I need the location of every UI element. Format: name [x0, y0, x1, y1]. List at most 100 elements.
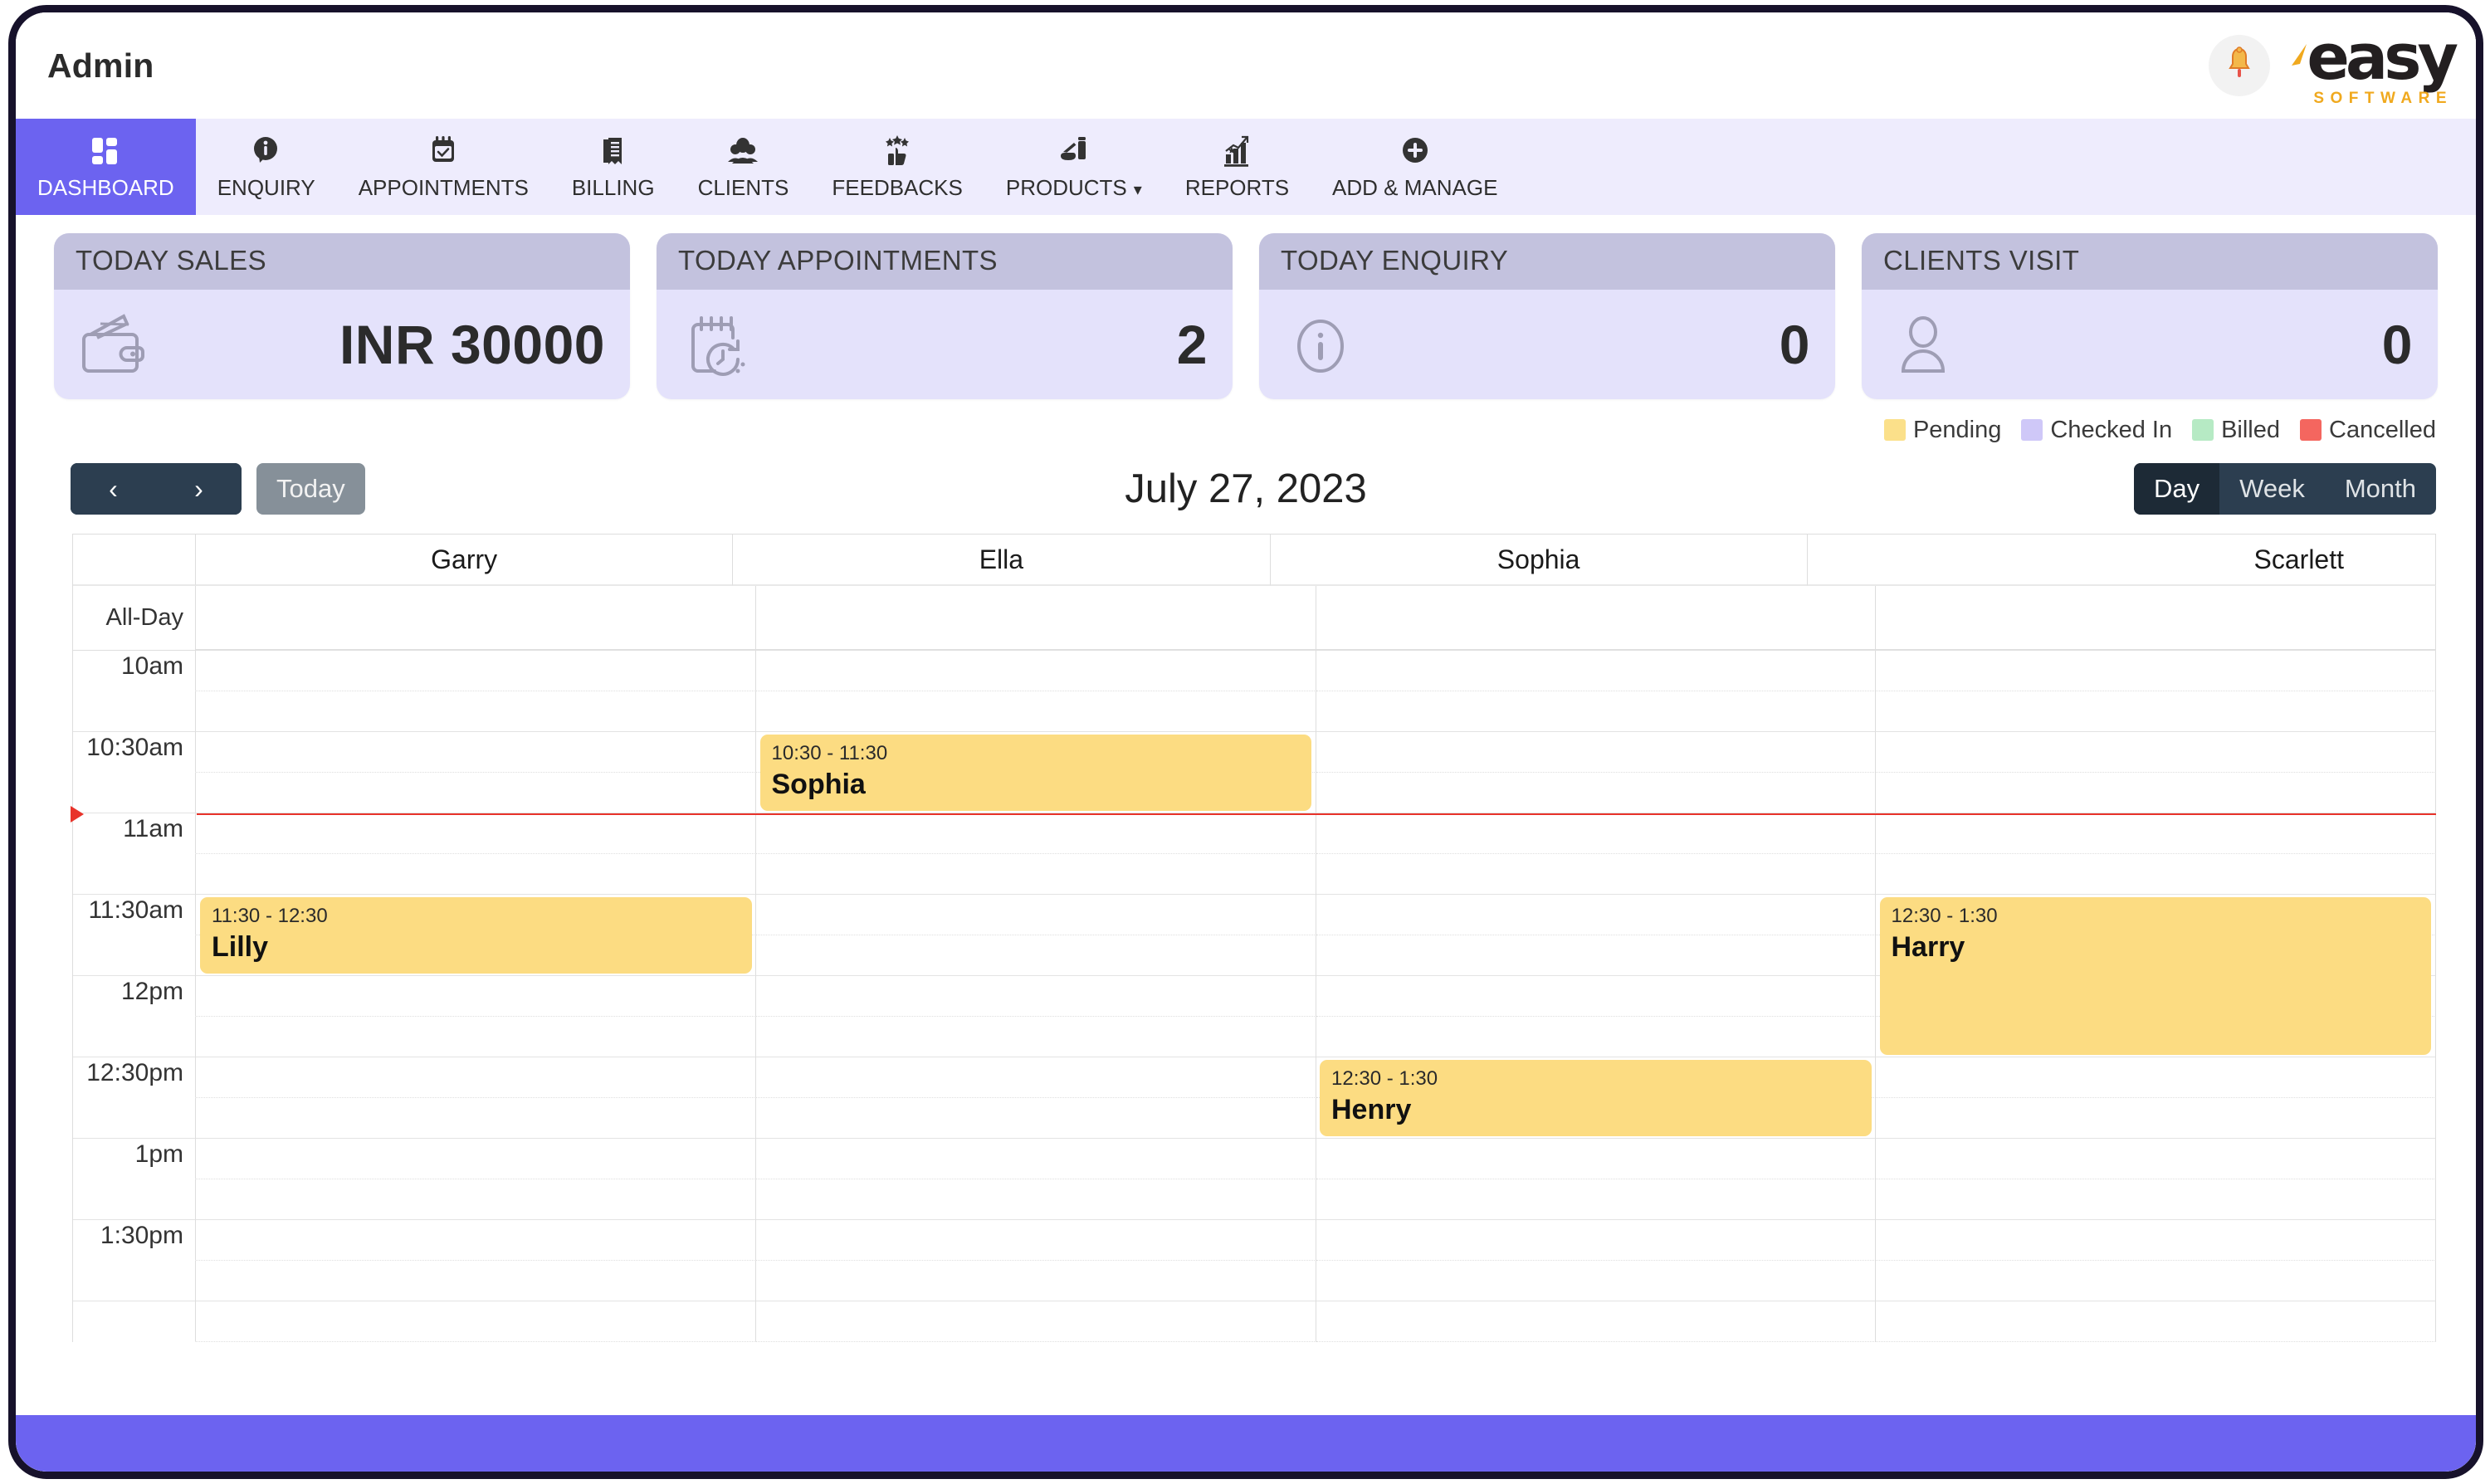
nav-item-label: PRODUCTS ▾: [1005, 175, 1142, 200]
stat-card-clients-visit[interactable]: CLIENTS VISIT 0: [1862, 233, 2438, 399]
time-slot-cell[interactable]: [1316, 1220, 1877, 1261]
nav-item-reports[interactable]: REPORTS: [1164, 119, 1311, 215]
next-day-button[interactable]: ›: [156, 463, 242, 515]
time-slot-cell[interactable]: [1876, 651, 2436, 691]
time-axis-label: 11:30am: [73, 895, 196, 935]
time-slot-cell[interactable]: [1876, 1057, 2436, 1098]
time-slot-cell[interactable]: [1876, 691, 2436, 732]
appointment-client-name: Henry: [1331, 1093, 1412, 1125]
appointment-event[interactable]: 10:30 - 11:30 Sophia: [759, 735, 1311, 811]
nav-item-label: CLIENTS: [697, 175, 789, 200]
main-navigation: DASHBOARD ENQUIRY APPOINTMENTS BILLING CLIEN…: [16, 119, 2476, 215]
time-slot-cell[interactable]: [755, 976, 1316, 1017]
time-slot-cell[interactable]: [1876, 773, 2436, 813]
time-slot-cell[interactable]: [1316, 651, 1877, 691]
all-day-cell[interactable]: [755, 586, 1316, 651]
time-axis-label: 11am: [73, 813, 196, 854]
time-slot-cell[interactable]: [1876, 1139, 2436, 1179]
time-slot-row: [73, 1261, 2436, 1301]
time-slot-cell[interactable]: [755, 651, 1316, 691]
time-slot-cell[interactable]: [196, 1179, 756, 1220]
time-slot-cell[interactable]: [755, 1261, 1316, 1301]
time-slot-cell[interactable]: [1876, 1261, 2436, 1301]
view-button-day[interactable]: Day: [2134, 463, 2220, 515]
stat-card-title: CLIENTS VISIT: [1862, 233, 2438, 290]
time-slot-cell[interactable]: [196, 773, 756, 813]
time-slot-cell[interactable]: [196, 1098, 756, 1139]
time-slot-row: [73, 854, 2436, 895]
nav-item-add-manage[interactable]: ADD & MANAGE: [1311, 119, 1519, 215]
appointment-event[interactable]: 12:30 - 1:30 Harry: [1879, 897, 2431, 1055]
time-slot-cell[interactable]: [755, 1098, 1316, 1139]
time-slot-cell[interactable]: [755, 854, 1316, 895]
time-slot-cell[interactable]: [1316, 1261, 1877, 1301]
time-slot-cell[interactable]: [1876, 813, 2436, 854]
stat-card-today-sales[interactable]: TODAY SALES INR 30000: [54, 233, 630, 399]
time-slot-cell[interactable]: [1876, 1220, 2436, 1261]
nav-item-feedbacks[interactable]: FEEDBACKS: [810, 119, 984, 215]
nav-item-clients[interactable]: CLIENTS: [676, 119, 811, 215]
stat-card-today-appointments[interactable]: TODAY APPOINTMENTS 2: [657, 233, 1233, 399]
time-slot-cell[interactable]: [755, 1139, 1316, 1179]
nav-item-billing[interactable]: BILLING: [550, 119, 676, 215]
time-slot-cell[interactable]: [1876, 1301, 2436, 1342]
time-slot-cell[interactable]: [196, 691, 756, 732]
time-slot-cell[interactable]: [196, 1220, 756, 1261]
time-slot-cell[interactable]: [1316, 895, 1877, 935]
time-slot-cell[interactable]: [196, 813, 756, 854]
nav-item-appointments[interactable]: APPOINTMENTS: [337, 119, 550, 215]
time-slot-cell[interactable]: [755, 1301, 1316, 1342]
time-slot-cell[interactable]: [1876, 854, 2436, 895]
appointment-event[interactable]: 12:30 - 1:30 Henry: [1320, 1060, 1872, 1136]
time-slot-cell[interactable]: [1316, 1017, 1877, 1057]
time-slot-cell[interactable]: [1316, 813, 1877, 854]
nav-item-dashboard[interactable]: DASHBOARD: [16, 119, 196, 215]
time-slot-cell[interactable]: [196, 732, 756, 773]
info-speech-icon: [250, 133, 283, 169]
time-slot-cell[interactable]: [196, 1057, 756, 1098]
time-slot-cell[interactable]: [1316, 854, 1877, 895]
all-day-cell[interactable]: [196, 586, 756, 651]
time-slot-cell[interactable]: [196, 1301, 756, 1342]
time-slot-cell[interactable]: [755, 813, 1316, 854]
time-slot-cell[interactable]: [755, 691, 1316, 732]
time-slot-cell[interactable]: [1876, 732, 2436, 773]
stat-card-value: 0: [1779, 314, 1810, 375]
time-slot-cell[interactable]: [1876, 1098, 2436, 1139]
time-slot-cell[interactable]: [755, 1057, 1316, 1098]
nav-item-products[interactable]: PRODUCTS ▾: [984, 119, 1164, 215]
time-slot-cell[interactable]: [196, 854, 756, 895]
time-slot-cell[interactable]: [196, 976, 756, 1017]
time-slot-cell[interactable]: [1316, 732, 1877, 773]
notifications-button[interactable]: [2209, 35, 2271, 96]
time-slot-cell[interactable]: [196, 1139, 756, 1179]
time-slot-cell[interactable]: [1316, 691, 1877, 732]
all-day-cell[interactable]: [1876, 586, 2436, 651]
stat-card-today-enquiry[interactable]: TODAY ENQUIRY 0: [1259, 233, 1835, 399]
time-slot-cell[interactable]: [755, 1220, 1316, 1261]
time-slot-cell[interactable]: [196, 1017, 756, 1057]
today-button[interactable]: Today: [256, 463, 365, 515]
time-slot-cell[interactable]: [1316, 1139, 1877, 1179]
time-slot-cell[interactable]: [755, 1179, 1316, 1220]
time-slot-cell[interactable]: [1316, 935, 1877, 976]
all-day-cell[interactable]: [1316, 586, 1877, 651]
view-button-month[interactable]: Month: [2325, 463, 2436, 515]
appointment-event[interactable]: 11:30 - 12:30 Lilly: [200, 897, 752, 974]
prev-day-button[interactable]: ‹: [71, 463, 156, 515]
time-slot-cell[interactable]: [1316, 976, 1877, 1017]
time-slot-cell[interactable]: [1316, 773, 1877, 813]
nav-item-enquiry[interactable]: ENQUIRY: [196, 119, 337, 215]
time-slot-cell[interactable]: [755, 935, 1316, 976]
view-button-week[interactable]: Week: [2219, 463, 2325, 515]
time-slot-cell[interactable]: [196, 651, 756, 691]
time-slot-cell[interactable]: [755, 1017, 1316, 1057]
time-slot-cell[interactable]: [1316, 1179, 1877, 1220]
time-axis-label: 1pm: [73, 1139, 196, 1179]
stat-card-value: 0: [2381, 314, 2413, 375]
time-slot-cell[interactable]: [1316, 1301, 1877, 1342]
time-slot-cell[interactable]: [196, 1261, 756, 1301]
time-slot-cell[interactable]: [755, 895, 1316, 935]
time-slot-cell[interactable]: [1876, 1179, 2436, 1220]
calendar-time-grid: 10am 10:30am 11am 11:30am 12pm 12:30pm 1pm 1:30…: [71, 651, 2436, 1342]
